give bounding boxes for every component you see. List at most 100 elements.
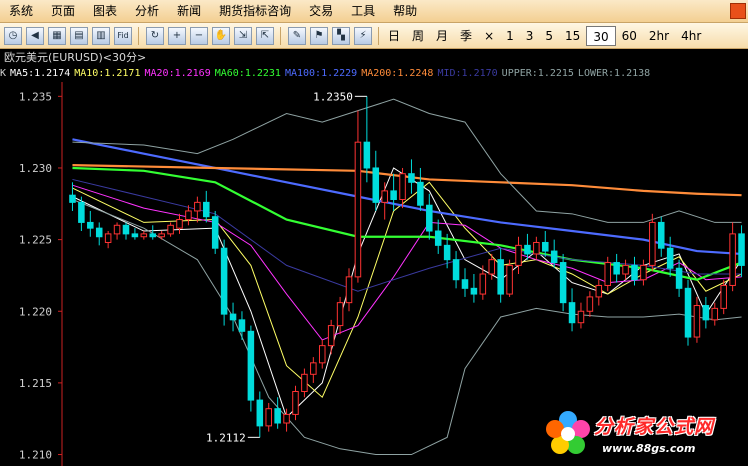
candle-body xyxy=(131,233,139,238)
candle-body xyxy=(497,259,504,295)
indicator-5: MA100:1.2229 xyxy=(284,68,358,79)
period-button-3[interactable]: 季 xyxy=(454,26,478,46)
lightning-icon[interactable]: ⚡ xyxy=(354,26,372,45)
refresh-icon[interactable]: ↻ xyxy=(146,26,164,45)
alarm-icon[interactable]: ⚑ xyxy=(310,26,328,45)
back-icon[interactable]: ◀ xyxy=(26,26,44,45)
zoom-in-icon[interactable]: + xyxy=(168,26,186,45)
candle-body xyxy=(568,302,576,324)
candle-body xyxy=(434,230,442,246)
period-button-0[interactable]: 日 xyxy=(382,26,406,46)
candle-body xyxy=(604,262,611,286)
series-line-ma200 xyxy=(72,164,742,197)
candle-body xyxy=(426,204,433,232)
toolbar: ◷ ◀ ▦ ▤ ▥ Fid ↻ + − ✋ ⇲ ⇱ ✎ ⚑ ▚ ⚡ 日周月季 × 1 3 5 15 30 60 2hr 4hr xyxy=(0,23,748,49)
menu-item[interactable]: 新闻 xyxy=(168,0,210,22)
menu-item[interactable]: 图表 xyxy=(84,0,126,22)
period-button-5[interactable]: 1 xyxy=(500,26,520,46)
zoom-out-icon[interactable]: − xyxy=(190,26,208,45)
candle-body xyxy=(595,284,603,298)
close-icon[interactable] xyxy=(730,3,746,19)
candle-body xyxy=(292,390,299,415)
menu-item[interactable]: 分析 xyxy=(126,0,168,22)
candle-body xyxy=(666,247,674,269)
table-icon[interactable]: ▥ xyxy=(92,26,110,45)
chart-grid-icon[interactable]: ▤ xyxy=(70,26,88,45)
clock-icon[interactable]: ◷ xyxy=(4,26,22,45)
candle-body xyxy=(711,307,719,321)
candle-body xyxy=(631,264,638,281)
candle-body xyxy=(702,305,710,321)
candle-body xyxy=(479,273,487,295)
candle-body xyxy=(408,173,415,183)
candle-body xyxy=(185,210,192,221)
toolbar-separator xyxy=(138,26,139,45)
period-button-7[interactable]: 5 xyxy=(539,26,559,46)
chart-title: 欧元美元(EURUSD)<30分> xyxy=(0,49,748,66)
period-button-12[interactable]: 4hr xyxy=(675,26,707,46)
candle-body xyxy=(720,284,727,309)
candle-body xyxy=(693,305,701,338)
menu-item[interactable]: 帮助 xyxy=(384,0,426,22)
candle-body xyxy=(318,345,326,364)
period-button-1[interactable]: 周 xyxy=(406,26,430,46)
layout-icon[interactable]: ▚ xyxy=(332,26,350,45)
import-icon[interactable]: ⇲ xyxy=(234,26,252,45)
indicator-0: K xyxy=(0,68,7,79)
candle-body xyxy=(78,201,85,223)
candle-body xyxy=(533,241,540,255)
candle-body xyxy=(515,244,522,266)
candle-body xyxy=(336,302,344,327)
grid-icon[interactable]: ▦ xyxy=(48,26,66,45)
period-button-6[interactable]: 3 xyxy=(520,26,540,46)
candle-body xyxy=(443,244,451,261)
candle-body xyxy=(586,296,594,312)
candle-body xyxy=(238,319,246,332)
edit-icon[interactable]: ✎ xyxy=(288,26,306,45)
low-label: 1.2112 xyxy=(206,431,246,444)
y-tick-label: 1.235 xyxy=(19,90,52,103)
candle-body xyxy=(274,408,281,424)
y-tick-label: 1.215 xyxy=(19,377,52,390)
candle-body xyxy=(69,194,76,203)
logo-text: 分析家公式网 xyxy=(594,416,715,438)
period-button-9[interactable]: 30 xyxy=(586,25,616,46)
candle-body xyxy=(417,181,424,206)
menu-item[interactable]: 交易 xyxy=(300,0,342,22)
high-label: 1.2350 xyxy=(313,90,353,103)
menu-item[interactable]: 页面 xyxy=(42,0,84,22)
candle-body xyxy=(283,413,290,424)
candle-body xyxy=(158,233,165,238)
indicator-values: K MA5:1.2174 MA10:1.2171 MA20:1.2169 MA60:1.… xyxy=(0,66,748,82)
candle-body xyxy=(559,262,567,304)
candle-body xyxy=(542,241,549,252)
fid-icon[interactable]: Fid xyxy=(114,26,132,45)
candle-body xyxy=(265,408,272,427)
menu-item[interactable]: 工具 xyxy=(342,0,384,22)
candle-body xyxy=(390,190,397,200)
candle-body xyxy=(247,330,255,401)
period-button-4[interactable]: × xyxy=(478,26,500,46)
flower-logo-icon xyxy=(546,411,590,454)
period-button-8[interactable]: 15 xyxy=(559,26,586,46)
candle-body xyxy=(149,233,157,238)
period-button-11[interactable]: 2hr xyxy=(643,26,675,46)
period-button-2[interactable]: 月 xyxy=(430,26,454,46)
candle-body xyxy=(363,141,371,169)
y-tick-label: 1.210 xyxy=(19,449,52,462)
candle-body xyxy=(613,262,620,275)
hand-icon[interactable]: ✋ xyxy=(212,26,230,45)
menu-item[interactable]: 系统 xyxy=(0,0,42,22)
export-icon[interactable]: ⇱ xyxy=(256,26,274,45)
candle-body xyxy=(113,224,121,235)
candle-body xyxy=(87,221,94,229)
candle-body xyxy=(122,224,130,235)
candle-body xyxy=(203,201,210,218)
menu-item[interactable]: 期货指标咨询 xyxy=(210,0,300,22)
period-button-10[interactable]: 60 xyxy=(616,26,643,46)
y-tick-label: 1.220 xyxy=(19,305,52,318)
candle-body xyxy=(229,313,237,321)
candle-body xyxy=(220,247,228,315)
indicator-4: MA60:1.2231 xyxy=(214,68,281,79)
candle-body xyxy=(399,173,406,200)
